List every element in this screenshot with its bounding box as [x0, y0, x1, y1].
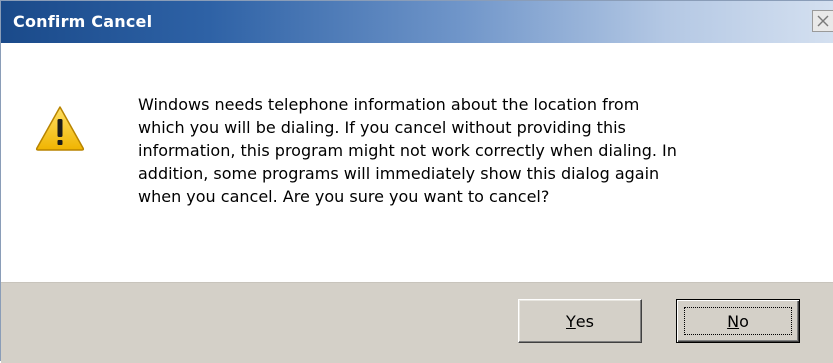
yes-label-rest: es [575, 311, 594, 331]
button-bar: Yes No [1, 282, 833, 363]
message-line: information, this program might not work… [138, 141, 677, 160]
message-line: which you will be dialing. If you cancel… [138, 118, 626, 137]
focus-rectangle [684, 307, 792, 335]
close-icon [817, 15, 829, 27]
yes-accelerator: Y [566, 311, 576, 331]
yes-button[interactable]: Yes [518, 299, 642, 343]
message-line: when you cancel. Are you sure you want t… [138, 187, 550, 206]
dialog-message: Windows needs telephone information abou… [138, 93, 818, 208]
title-bar[interactable]: Confirm Cancel [1, 1, 833, 43]
dialog-body: Windows needs telephone information abou… [1, 43, 833, 282]
window-title: Confirm Cancel [13, 12, 153, 31]
message-line: addition, some programs will immediately… [138, 164, 660, 183]
no-button[interactable]: No [676, 299, 800, 343]
warning-icon [35, 106, 85, 151]
confirm-cancel-dialog: Confirm Cancel Windows needs telephone i… [0, 0, 833, 363]
message-line: Windows needs telephone information abou… [138, 95, 640, 114]
close-button[interactable] [812, 10, 833, 32]
